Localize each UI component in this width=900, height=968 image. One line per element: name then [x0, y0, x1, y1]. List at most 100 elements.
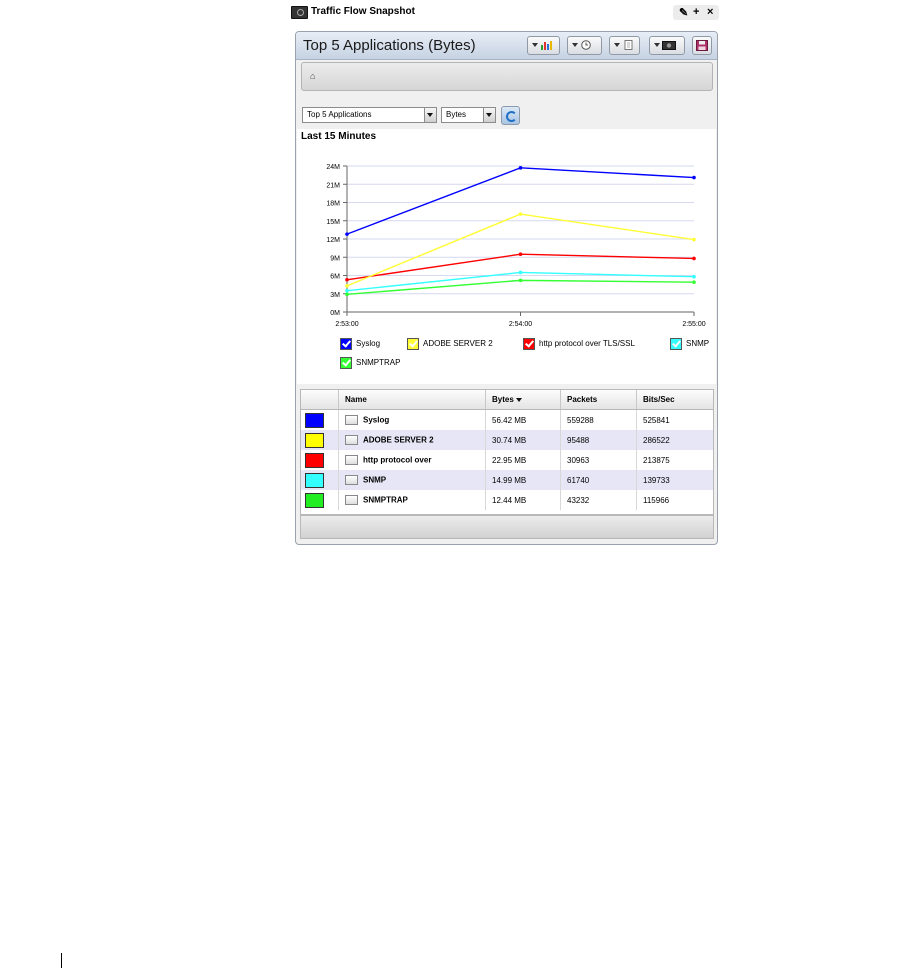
save-icon: [696, 40, 708, 51]
row-bytes: 14.99 MB: [485, 470, 561, 490]
refresh-button[interactable]: [501, 106, 520, 125]
legend-label: ADOBE SERVER 2: [423, 339, 493, 348]
column-header-color: [301, 390, 339, 410]
color-swatch: [305, 412, 324, 428]
row-packets: 43232: [560, 490, 637, 510]
data-point: [345, 277, 349, 282]
table-row[interactable]: http protocol over 22.95 MB 30963 213875: [301, 450, 713, 470]
row-bits-per-sec: 525841: [643, 415, 670, 425]
camera-icon: [291, 6, 308, 19]
table-header-row: Name Bytes Packets Bits/Sec: [301, 390, 713, 410]
metric-select[interactable]: Bytes: [441, 107, 496, 123]
column-header-bytes[interactable]: Bytes: [485, 390, 561, 410]
chevron-down-icon[interactable]: [483, 108, 495, 122]
data-point: [345, 292, 349, 297]
settings-icon[interactable]: ✎: [679, 6, 688, 19]
line-chart: 0M 3M 6M 9M 12M 15M 18M 21M 24M 2:53:00 2:54:00 2:5…: [326, 164, 705, 328]
column-header-packets[interactable]: Packets: [560, 390, 637, 410]
data-point: [518, 252, 523, 257]
row-color-cell: [301, 409, 339, 430]
color-swatch: [305, 452, 324, 468]
row-checkbox[interactable]: [345, 495, 358, 505]
row-packets: 559288: [560, 409, 637, 430]
color-swatch: [305, 492, 324, 508]
chevron-down-icon[interactable]: [424, 108, 436, 122]
y-tick-label: 6M: [330, 274, 340, 281]
chevron-down-icon: [654, 43, 660, 47]
metric-select-value: Bytes: [446, 110, 467, 119]
row-bits-per-sec: 286522: [636, 430, 713, 450]
row-checkbox[interactable]: [345, 415, 358, 425]
legend-checkbox[interactable]: [670, 338, 682, 350]
row-name: Syslog: [363, 415, 390, 425]
row-name: SNMP: [363, 475, 387, 485]
data-table: Name Bytes Packets Bits/Sec Syslog 56.42 …: [300, 389, 714, 515]
home-icon[interactable]: ⌂: [310, 71, 315, 81]
y-tick-label: 9M: [330, 255, 340, 262]
data-point: [518, 166, 523, 170]
legend-checkbox[interactable]: [340, 357, 352, 369]
window-title-bar: Traffic Flow Snapshot ✎ + ×: [291, 5, 721, 21]
chevron-down-icon: [614, 43, 620, 47]
row-bytes: 12.44 MB: [485, 490, 561, 510]
chart-area: Last 15 Minutes 0M 3M 6M 9M 12M 15M 18M 21M 24M 2…: [297, 129, 716, 384]
table-row[interactable]: Syslog 56.42 MB 559288 525841: [301, 409, 713, 430]
column-header-bytes-label: Bytes: [492, 395, 514, 404]
row-name-cell: http protocol over: [338, 450, 486, 470]
row-packets: 30963: [560, 450, 637, 470]
row-name-cell: ADOBE SERVER 2: [338, 430, 486, 450]
data-point: [345, 232, 349, 236]
data-point: [692, 175, 696, 180]
snapshot-button[interactable]: [649, 36, 685, 55]
row-bytes: 22.95 MB: [485, 450, 561, 470]
snapshot-icon: [662, 41, 676, 50]
x-tick-label: 2:53:00: [335, 321, 358, 328]
export-button[interactable]: [609, 36, 640, 55]
data-point: [692, 274, 696, 279]
y-tick-label: 12M: [326, 237, 340, 244]
data-point: [518, 278, 523, 283]
report-select[interactable]: Top 5 Applications: [302, 107, 437, 123]
legend-checkbox[interactable]: [340, 338, 352, 350]
breadcrumb: ⌂: [301, 62, 713, 91]
row-packets: 61740: [560, 470, 637, 490]
data-point: [692, 237, 696, 242]
column-header-bits[interactable]: Bits/Sec: [636, 390, 713, 410]
add-icon[interactable]: +: [693, 6, 699, 18]
row-bits-per-sec: 115966: [643, 495, 670, 505]
row-name-cell: SNMP: [338, 470, 486, 490]
row-bytes: 30.74 MB: [485, 430, 561, 450]
time-range-icon: [581, 40, 591, 50]
legend-checkbox[interactable]: [407, 338, 419, 350]
legend-checkbox[interactable]: [523, 338, 535, 350]
row-checkbox[interactable]: [345, 435, 358, 445]
data-point: [518, 270, 523, 275]
time-range-button[interactable]: [567, 36, 602, 55]
window-title: Traffic Flow Snapshot: [311, 6, 415, 17]
row-name: ADOBE SERVER 2: [363, 435, 434, 445]
row-color-cell: [301, 470, 339, 490]
y-tick-label: 21M: [326, 182, 340, 189]
legend-label: SNMP: [686, 339, 710, 348]
row-checkbox[interactable]: [345, 475, 358, 485]
save-button[interactable]: [692, 36, 712, 55]
data-point: [345, 284, 349, 288]
close-icon[interactable]: ×: [707, 6, 713, 18]
y-tick-label: 3M: [330, 292, 340, 299]
report-select-value: Top 5 Applications: [307, 110, 372, 119]
row-name: http protocol over: [363, 455, 432, 465]
table-row[interactable]: ADOBE SERVER 2 30.74 MB 95488 286522: [301, 430, 713, 450]
row-color-cell: [301, 430, 339, 450]
row-bits-per-sec: 139733: [636, 470, 713, 490]
table-row[interactable]: SNMP 14.99 MB 61740 139733: [301, 470, 713, 490]
column-header-name[interactable]: Name: [338, 390, 486, 410]
chevron-down-icon: [532, 43, 538, 47]
legend-label: SNMPTRAP: [356, 358, 401, 367]
y-tick-label: 24M: [326, 164, 340, 171]
data-point: [692, 256, 696, 261]
chart-type-button[interactable]: [527, 36, 560, 55]
table-row[interactable]: SNMPTRAP 12.44 MB 43232 115966: [301, 490, 713, 510]
panel-header: Top 5 Applications (Bytes): [296, 32, 717, 60]
row-checkbox[interactable]: [345, 455, 358, 465]
legend-label: http protocol over TLS/SSL: [539, 339, 635, 348]
